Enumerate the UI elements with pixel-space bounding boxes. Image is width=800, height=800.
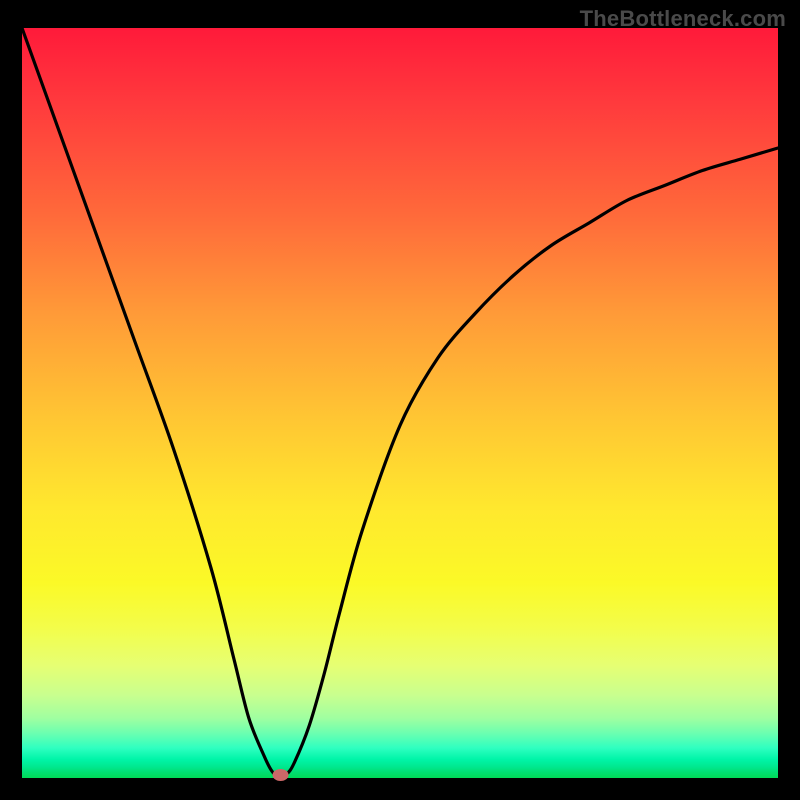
- chart-frame: TheBottleneck.com: [0, 0, 800, 800]
- bottleneck-curve: [22, 28, 778, 778]
- plot-area: [22, 28, 778, 778]
- optimum-point: [273, 769, 289, 781]
